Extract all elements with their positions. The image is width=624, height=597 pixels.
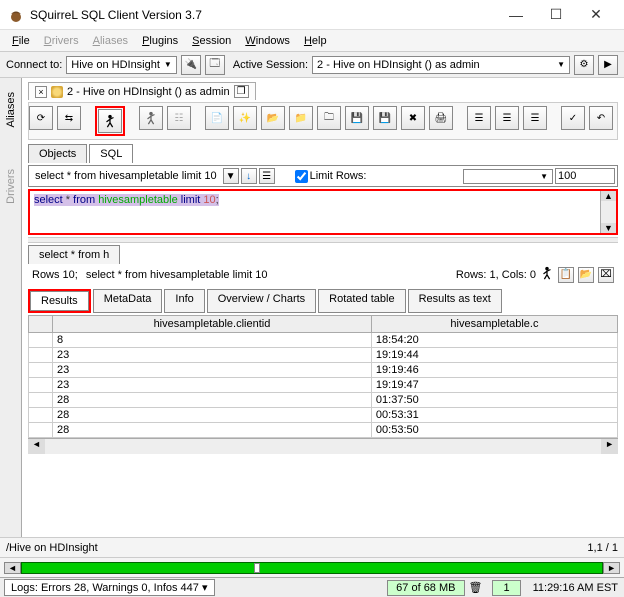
folder-add-icon[interactable]: 📁 (289, 106, 313, 130)
db-icon (51, 86, 63, 98)
open-icon[interactable]: 📂 (261, 106, 285, 130)
window-title: SQuirreL SQL Client Version 3.7 (30, 8, 496, 22)
list2-icon[interactable]: ☰ (495, 106, 519, 130)
active-session-label: Active Session: (233, 59, 308, 71)
menu-file[interactable]: File (6, 33, 36, 49)
subtab-results[interactable]: Results (30, 291, 89, 311)
maximize-button[interactable]: ☐ (536, 6, 576, 23)
limit-rows-check[interactable] (295, 170, 308, 183)
magic-icon[interactable]: ✨ (233, 106, 257, 130)
close-button[interactable]: ✕ (576, 6, 616, 23)
scroll-right-icon[interactable]: ► (603, 562, 620, 574)
result-open-icon[interactable]: 📂 (578, 267, 594, 283)
session-go-icon[interactable]: ▶ (598, 55, 618, 75)
table-row: 818:54:20 (29, 333, 618, 348)
table-row: 2319:19:44 (29, 348, 618, 363)
col-header-1[interactable]: hivesampletable.c (371, 316, 617, 333)
editor-scrollbar[interactable]: ▲▼ (600, 191, 616, 233)
app-icon (8, 7, 24, 23)
table-row: 2800:53:50 (29, 423, 618, 438)
folder-icon[interactable]: 🗀 (317, 106, 341, 130)
delete-icon[interactable]: ✖ (401, 106, 425, 130)
rows-cols: Rows: 1, Cols: 0 (456, 269, 536, 281)
menu-help[interactable]: Help (298, 33, 333, 49)
active-session-combo[interactable]: 2 - Hive on HDInsight () as admin▼ (312, 56, 570, 74)
progress-notch[interactable] (254, 563, 260, 573)
save-icon[interactable]: 💾 (345, 106, 369, 130)
subtab-overview[interactable]: Overview / Charts (207, 289, 316, 313)
splitter[interactable] (28, 237, 618, 243)
connect-combo[interactable]: Hive on HDInsight▼ (66, 56, 177, 74)
new-icon[interactable]: 📄 (205, 106, 229, 130)
connect-new-icon[interactable]: 🗔 (205, 55, 225, 75)
table-row: 2319:19:47 (29, 378, 618, 393)
connect-db-icon[interactable]: 🔌 (181, 55, 201, 75)
result-copy-icon[interactable]: 📋 (558, 267, 574, 283)
menu-plugins[interactable]: Plugins (136, 33, 184, 49)
session-toolbar: ⟳ ⇆ ☷ 📄 ✨ 📂 📁 🗀 💾 💾 ✖ 🖨 ☰ ☰ ☰ ✓ (28, 102, 618, 140)
rollback-icon[interactable]: ↶ (589, 106, 613, 130)
cursor-pos: 1,1 / 1 (587, 542, 618, 554)
row-header[interactable] (29, 316, 53, 333)
clock: 11:29:16 AM EST (527, 582, 624, 594)
print-icon[interactable]: 🖨 (429, 106, 453, 130)
session-tab-close-icon[interactable]: × (35, 86, 47, 98)
connect-label: Connect to: (6, 59, 62, 71)
result-tab[interactable]: select * from h (28, 245, 120, 264)
logs-button[interactable]: Logs: Errors 28, Warnings 0, Infos 447 ▾ (4, 579, 215, 596)
memory-indicator[interactable]: 67 of 68 MB (387, 580, 464, 596)
table-row: 2800:53:31 (29, 408, 618, 423)
menu-windows[interactable]: Windows (239, 33, 296, 49)
table-row: 2801:37:50 (29, 393, 618, 408)
sidetab-drivers[interactable]: Drivers (3, 163, 19, 210)
history-menu-icon[interactable]: ☰ (259, 168, 275, 184)
tab-sql[interactable]: SQL (89, 144, 133, 163)
list3-icon[interactable]: ☰ (523, 106, 547, 130)
session-tab-label: 2 - Hive on HDInsight () as admin (67, 86, 230, 98)
menu-aliases[interactable]: Aliases (87, 33, 134, 49)
run-all-icon[interactable] (139, 106, 163, 130)
run-sql-icon[interactable] (98, 109, 122, 133)
table-hscroll[interactable]: ◄► (28, 438, 618, 454)
history-dropdown-icon[interactable]: ▼ (223, 168, 239, 184)
tab-objects[interactable]: Objects (28, 144, 87, 163)
path-text: /Hive on HDInsight (6, 542, 98, 554)
rows-count: Rows 10; (32, 269, 78, 281)
subtab-metadata[interactable]: MetaData (93, 289, 163, 313)
sidetab-aliases[interactable]: Aliases (3, 86, 19, 133)
arrows-icon[interactable]: ⇆ (57, 106, 81, 130)
limit-rows-value[interactable] (555, 168, 615, 184)
minimize-button[interactable]: — (496, 7, 536, 23)
session-tab[interactable]: × 2 - Hive on HDInsight () as admin ❐ (28, 82, 256, 100)
scroll-left-icon[interactable]: ◄ (4, 562, 21, 574)
session-count: 1 (492, 580, 520, 596)
rerun-icon[interactable] (540, 266, 554, 283)
menu-session[interactable]: Session (186, 33, 237, 49)
table-row: 2319:19:46 (29, 363, 618, 378)
refresh-icon[interactable]: ⟳ (29, 106, 53, 130)
commit-icon[interactable]: ✓ (561, 106, 585, 130)
limit-rows-combo[interactable]: ▼ (463, 169, 553, 184)
sql-editor[interactable]: select * from hivesampletable limit 10; (30, 191, 600, 233)
results-table: hivesampletable.clientid hivesampletable… (28, 315, 618, 438)
subtab-rotated[interactable]: Rotated table (318, 289, 405, 313)
session-settings-icon[interactable]: ⚙ (574, 55, 594, 75)
window-restore-icon[interactable]: ❐ (234, 85, 249, 98)
status-query: select * from hivesampletable limit 10 (86, 269, 268, 281)
logs-dropdown-icon: ▾ (202, 582, 208, 594)
list1-icon[interactable]: ☰ (467, 106, 491, 130)
history-down-icon[interactable]: ↓ (241, 168, 257, 184)
tree-icon[interactable]: ☷ (167, 106, 191, 130)
save-as-icon[interactable]: 💾 (373, 106, 397, 130)
limit-rows-label: Limit Rows: (310, 170, 367, 182)
progress-track[interactable] (21, 562, 603, 574)
menu-drivers[interactable]: Drivers (38, 33, 85, 49)
history-text: select * from hivesampletable limit 10 (31, 170, 221, 182)
result-close-icon[interactable]: ⌧ (598, 267, 614, 283)
subtab-info[interactable]: Info (164, 289, 204, 313)
trash-icon[interactable]: 🗑 (465, 581, 487, 594)
subtab-astext[interactable]: Results as text (408, 289, 502, 313)
col-header-0[interactable]: hivesampletable.clientid (53, 316, 372, 333)
